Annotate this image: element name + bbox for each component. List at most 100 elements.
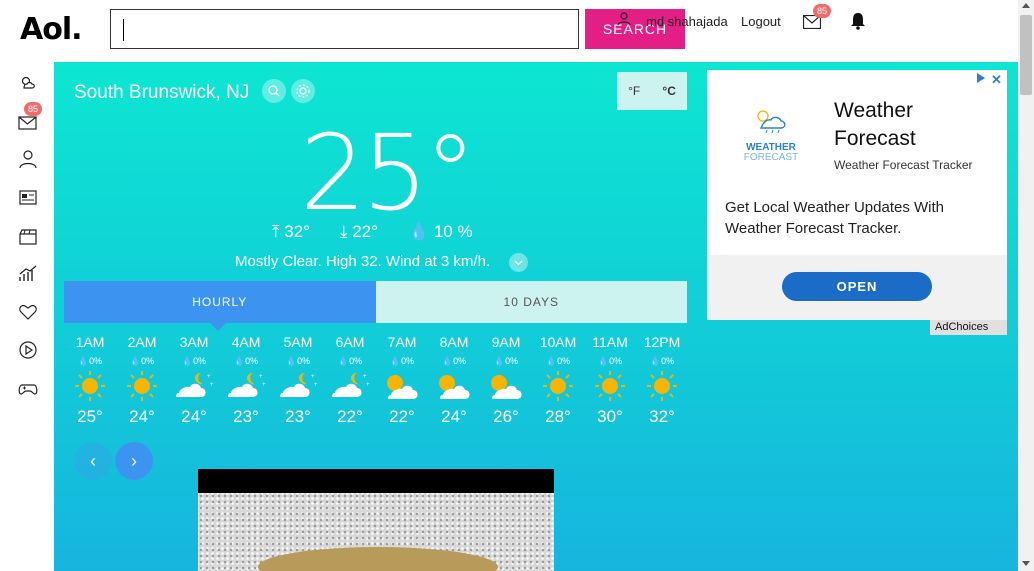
hourly-item: 3AM 💧0% + +24°: [168, 334, 220, 427]
hourly-item: 10AM 💧0% 28°: [532, 334, 584, 427]
advertisement[interactable]: ✕ WEATHER FORECAST Weather Forecast Weat…: [707, 70, 1007, 320]
location-settings-button[interactable]: [291, 79, 315, 103]
hour-precip-value: 0%: [193, 356, 207, 366]
hour-temp: 24°: [441, 407, 467, 426]
hour-precip: 💧0%: [480, 356, 532, 367]
hour-precip: 💧0%: [168, 356, 220, 367]
sun-icon: [64, 369, 116, 403]
hour-precip-value: 0%: [245, 356, 259, 366]
svg-text:+: +: [210, 382, 214, 388]
cloud-moon-icon: + +: [324, 369, 376, 403]
username[interactable]: md shahajada: [646, 14, 728, 29]
sun-icon: [584, 369, 636, 403]
left-sidebar: 85: [0, 62, 54, 571]
hour-temp: 22°: [337, 407, 363, 426]
scroll-down-arrow-icon[interactable]: [1022, 561, 1030, 566]
top-bar: Aol. SEARCH md shahajada Logout 85: [0, 0, 1018, 62]
hour-precip-value: 0%: [401, 356, 415, 366]
cloud-moon-icon: + +: [220, 369, 272, 403]
hour-time: 6AM: [335, 334, 365, 350]
raindrop-icon: 💧: [181, 356, 194, 366]
video-play-icon[interactable]: [18, 340, 38, 360]
hour-temp: 23°: [233, 407, 259, 426]
hour-temp: 25°: [77, 407, 103, 426]
aol-logo[interactable]: Aol.: [20, 12, 83, 47]
tab-hourly[interactable]: HOURLY: [64, 281, 376, 331]
mail-icon[interactable]: [18, 113, 38, 133]
raindrop-icon: 💧: [597, 356, 610, 366]
tab-10-days[interactable]: 10 DAYS: [375, 281, 687, 323]
hour-precip-value: 0%: [609, 356, 623, 366]
expand-description-button[interactable]: [509, 253, 528, 272]
scrollbar[interactable]: [1018, 0, 1034, 571]
hourly-item: 7AM 💧0% 22°: [376, 334, 428, 427]
weather-icon[interactable]: [18, 73, 38, 93]
ad-logo: WEATHER FORECAST: [743, 106, 799, 166]
raindrop-icon: 💧: [77, 356, 90, 366]
location-search-button[interactable]: [262, 79, 286, 103]
precip-stat: 💧 10 %: [408, 222, 473, 242]
unit-fahrenheit[interactable]: °F: [628, 84, 640, 98]
hour-precip: 💧0%: [584, 356, 636, 367]
hour-precip-value: 0%: [453, 356, 467, 366]
hour-precip: 💧0%: [376, 356, 428, 367]
hour-precip-value: 0%: [89, 356, 103, 366]
ad-close-icon[interactable]: ✕: [991, 72, 1002, 88]
user-icon[interactable]: [18, 149, 38, 169]
hour-time: 11AM: [592, 334, 628, 350]
svg-text:+: +: [314, 382, 318, 388]
hour-time: 10AM: [539, 334, 577, 350]
hour-temp: 24°: [181, 407, 207, 426]
text-caret: [123, 19, 124, 41]
ad-info-icon[interactable]: [977, 73, 985, 83]
hourly-forecast-list: 1AM 💧0% 25° 2AM 💧0% 24° 3AM 💧0% + +24° 4AM 💧0% + +23°…: [64, 334, 694, 444]
unit-celsius[interactable]: °C: [662, 84, 675, 98]
entertainment-icon[interactable]: [18, 227, 38, 247]
raindrop-icon: 💧: [285, 356, 298, 366]
hour-temp: 24°: [129, 407, 155, 426]
hour-precip: 💧0%: [324, 356, 376, 367]
hour-temp: 22°: [389, 407, 415, 426]
games-controller-icon[interactable]: [18, 379, 38, 399]
chevron-left-icon: ‹: [90, 450, 96, 471]
hour-temp: 28°: [545, 407, 571, 426]
next-button[interactable]: ›: [115, 442, 153, 480]
hour-precip-value: 0%: [349, 356, 363, 366]
ad-logo-text-2: FORECAST: [743, 152, 799, 163]
hour-precip-value: 0%: [557, 356, 571, 366]
hour-precip-value: 0%: [141, 356, 155, 366]
search-input[interactable]: [110, 9, 579, 49]
raindrop-icon: 💧: [233, 356, 246, 366]
previous-button[interactable]: ‹: [74, 442, 112, 480]
lifestyle-heart-icon[interactable]: [18, 302, 38, 322]
finance-icon[interactable]: [18, 264, 38, 284]
scroll-thumb[interactable]: [1020, 15, 1032, 95]
ad-open-button[interactable]: OPEN: [782, 272, 932, 301]
hourly-item: 1AM 💧0% 25°: [64, 334, 116, 427]
video-thumbnail[interactable]: [198, 469, 554, 571]
hourly-item: 5AM 💧0% + +23°: [272, 334, 324, 427]
adchoices-link[interactable]: AdChoices: [930, 320, 1007, 335]
logout-link[interactable]: Logout: [741, 14, 781, 29]
scroll-up-arrow-icon[interactable]: [1022, 3, 1030, 8]
news-icon[interactable]: [18, 188, 38, 208]
ad-title: Weather Forecast: [834, 99, 916, 150]
bell-icon[interactable]: [849, 12, 867, 30]
temp-stats: ⤒ 32° ⤓ 22° 💧 10 %: [272, 222, 473, 242]
hourly-item: 9AM 💧0% 26°: [480, 334, 532, 427]
hour-time: 4AM: [231, 334, 261, 350]
sun-icon: [116, 369, 168, 403]
hour-precip-value: 0%: [297, 356, 311, 366]
svg-text:+: +: [259, 374, 263, 380]
current-temperature: 25°: [300, 112, 476, 234]
cloud-sun-icon: [376, 369, 428, 403]
svg-text:+: +: [311, 374, 315, 380]
raindrop-icon: 💧: [389, 356, 402, 366]
hour-precip-value: 0%: [505, 356, 519, 366]
hourly-item: 2AM 💧0% 24°: [116, 334, 168, 427]
hour-time: 7AM: [387, 334, 417, 350]
hourly-item: 8AM 💧0% 24°: [428, 334, 480, 427]
user-icon[interactable]: [617, 12, 631, 26]
arrow-up-icon: ⤒: [272, 222, 280, 241]
unit-toggle: °F °C: [617, 72, 687, 110]
